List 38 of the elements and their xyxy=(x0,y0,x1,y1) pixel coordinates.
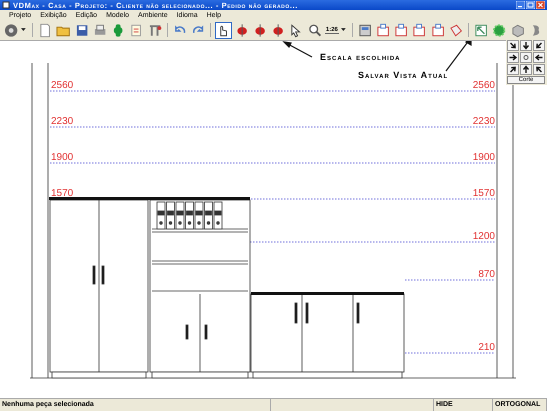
maximize-icon[interactable] xyxy=(526,1,535,9)
level-label: 1900 xyxy=(472,152,495,163)
level-label: 1900 xyxy=(51,152,74,163)
level-label: 2230 xyxy=(51,116,74,127)
box-icon[interactable] xyxy=(374,22,392,38)
center-icon[interactable] xyxy=(520,52,532,63)
level-label: 2560 xyxy=(51,80,74,91)
hand-icon[interactable] xyxy=(215,22,232,38)
arrow-icon[interactable] xyxy=(520,40,532,51)
annotation-text: Salvar Vista Atual xyxy=(358,70,448,80)
arrow-icon[interactable] xyxy=(507,64,519,75)
arrow-icon[interactable] xyxy=(533,40,545,51)
annotation-text: Escala escolhida xyxy=(320,52,401,62)
minimize-icon[interactable] xyxy=(516,1,525,9)
box-icon[interactable] xyxy=(411,22,428,38)
level-label: 1570 xyxy=(472,188,495,199)
tag-icon[interactable] xyxy=(448,22,464,38)
arrow-icon[interactable] xyxy=(520,64,532,75)
level-label: 2230 xyxy=(472,116,495,127)
level-label: 1570 xyxy=(51,188,74,199)
box-icon[interactable] xyxy=(393,22,410,38)
app-icon xyxy=(2,1,10,9)
arrow-icon[interactable] xyxy=(507,52,519,63)
level-label: 870 xyxy=(478,269,495,280)
arrow xyxy=(446,41,472,72)
box-icon[interactable] xyxy=(430,22,446,38)
disc-icon[interactable] xyxy=(3,22,20,38)
level-label: 2560 xyxy=(472,80,495,91)
arrow xyxy=(282,41,312,58)
zoom-icon[interactable] xyxy=(306,22,323,38)
caret-icon[interactable] xyxy=(340,28,346,32)
close-icon[interactable] xyxy=(536,1,545,9)
caret-icon[interactable] xyxy=(21,28,26,32)
level-label: 1200 xyxy=(472,231,495,242)
arrow-icon[interactable] xyxy=(507,40,519,51)
arrow-icon[interactable] xyxy=(533,52,545,63)
arrow-icon[interactable] xyxy=(533,64,545,75)
level-label: 210 xyxy=(478,342,495,353)
